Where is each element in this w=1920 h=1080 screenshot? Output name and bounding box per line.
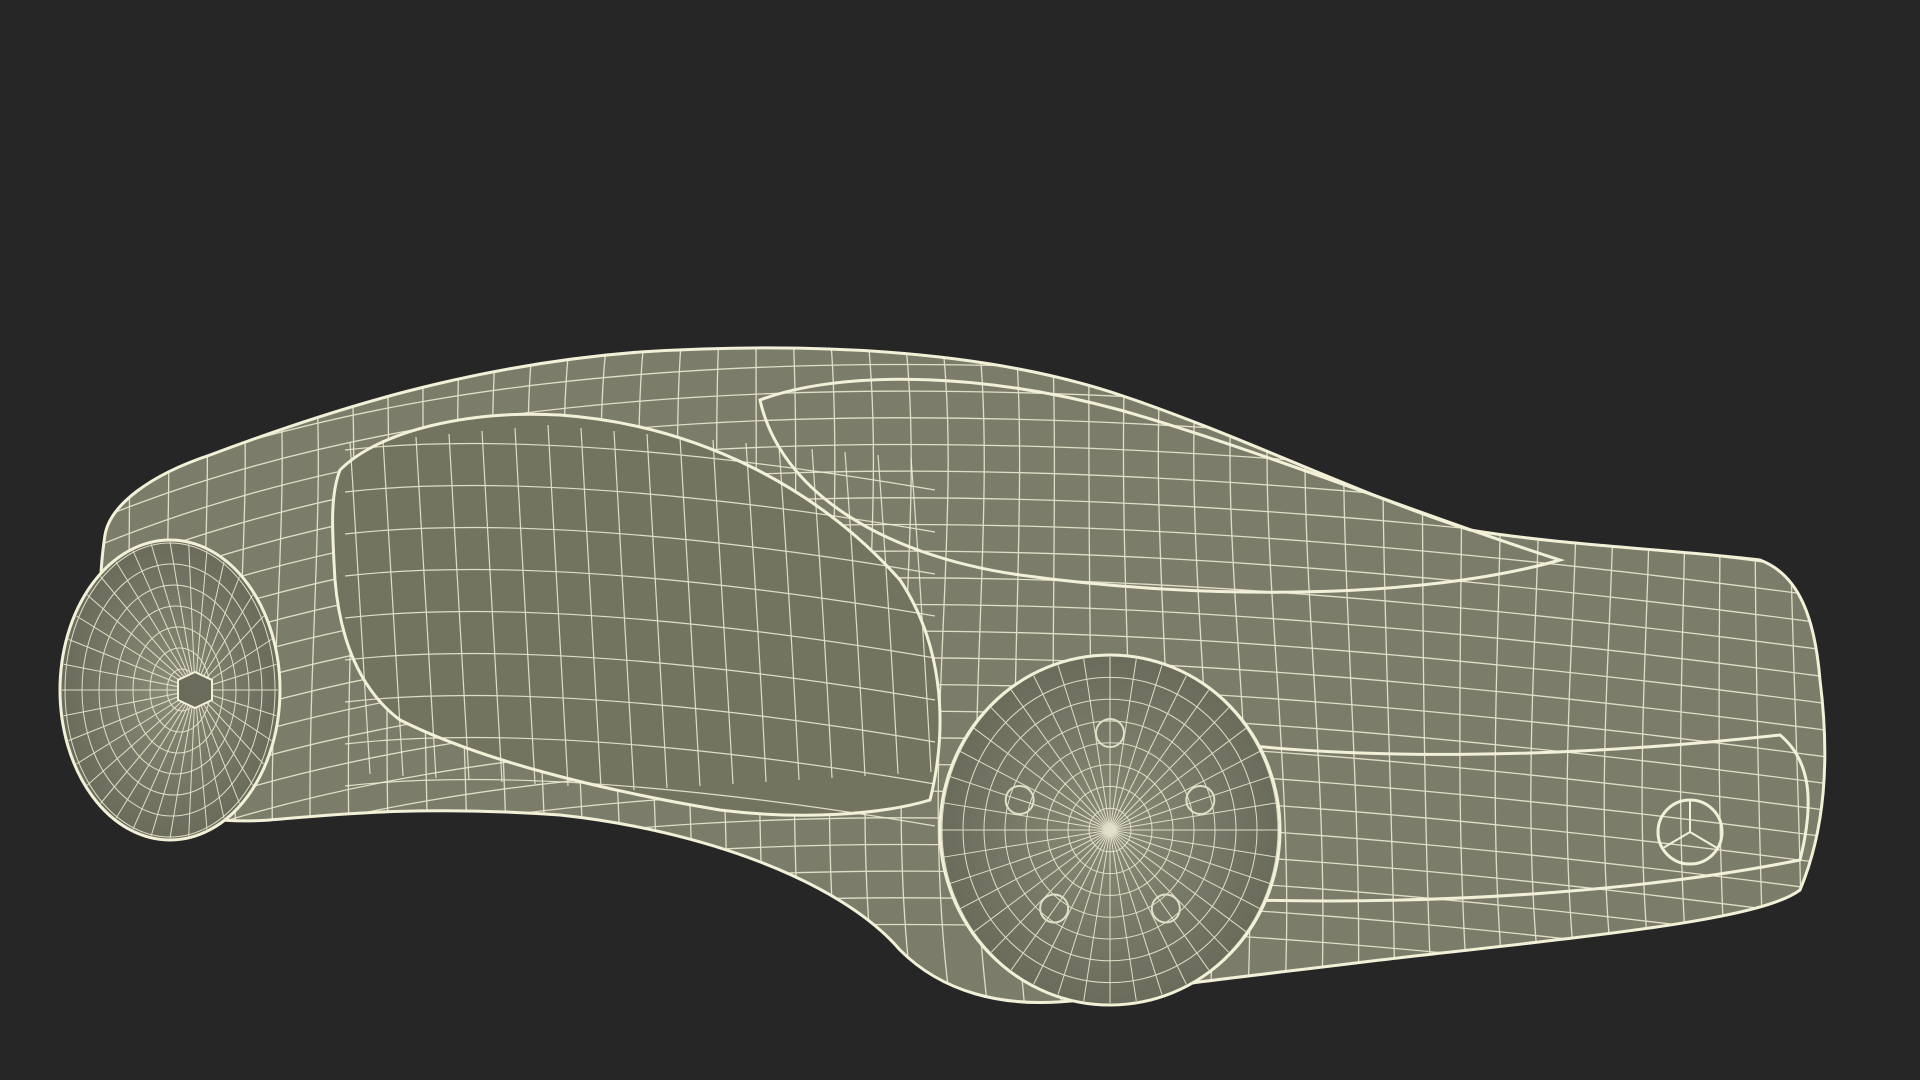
rear-wheel (58, 538, 282, 842)
rear-hub-icon (177, 670, 213, 710)
car-body (98, 346, 1827, 1004)
car-wireframe-render (58, 346, 1827, 1007)
render-viewport[interactable] (0, 0, 1920, 1080)
front-wheel (938, 653, 1282, 1007)
